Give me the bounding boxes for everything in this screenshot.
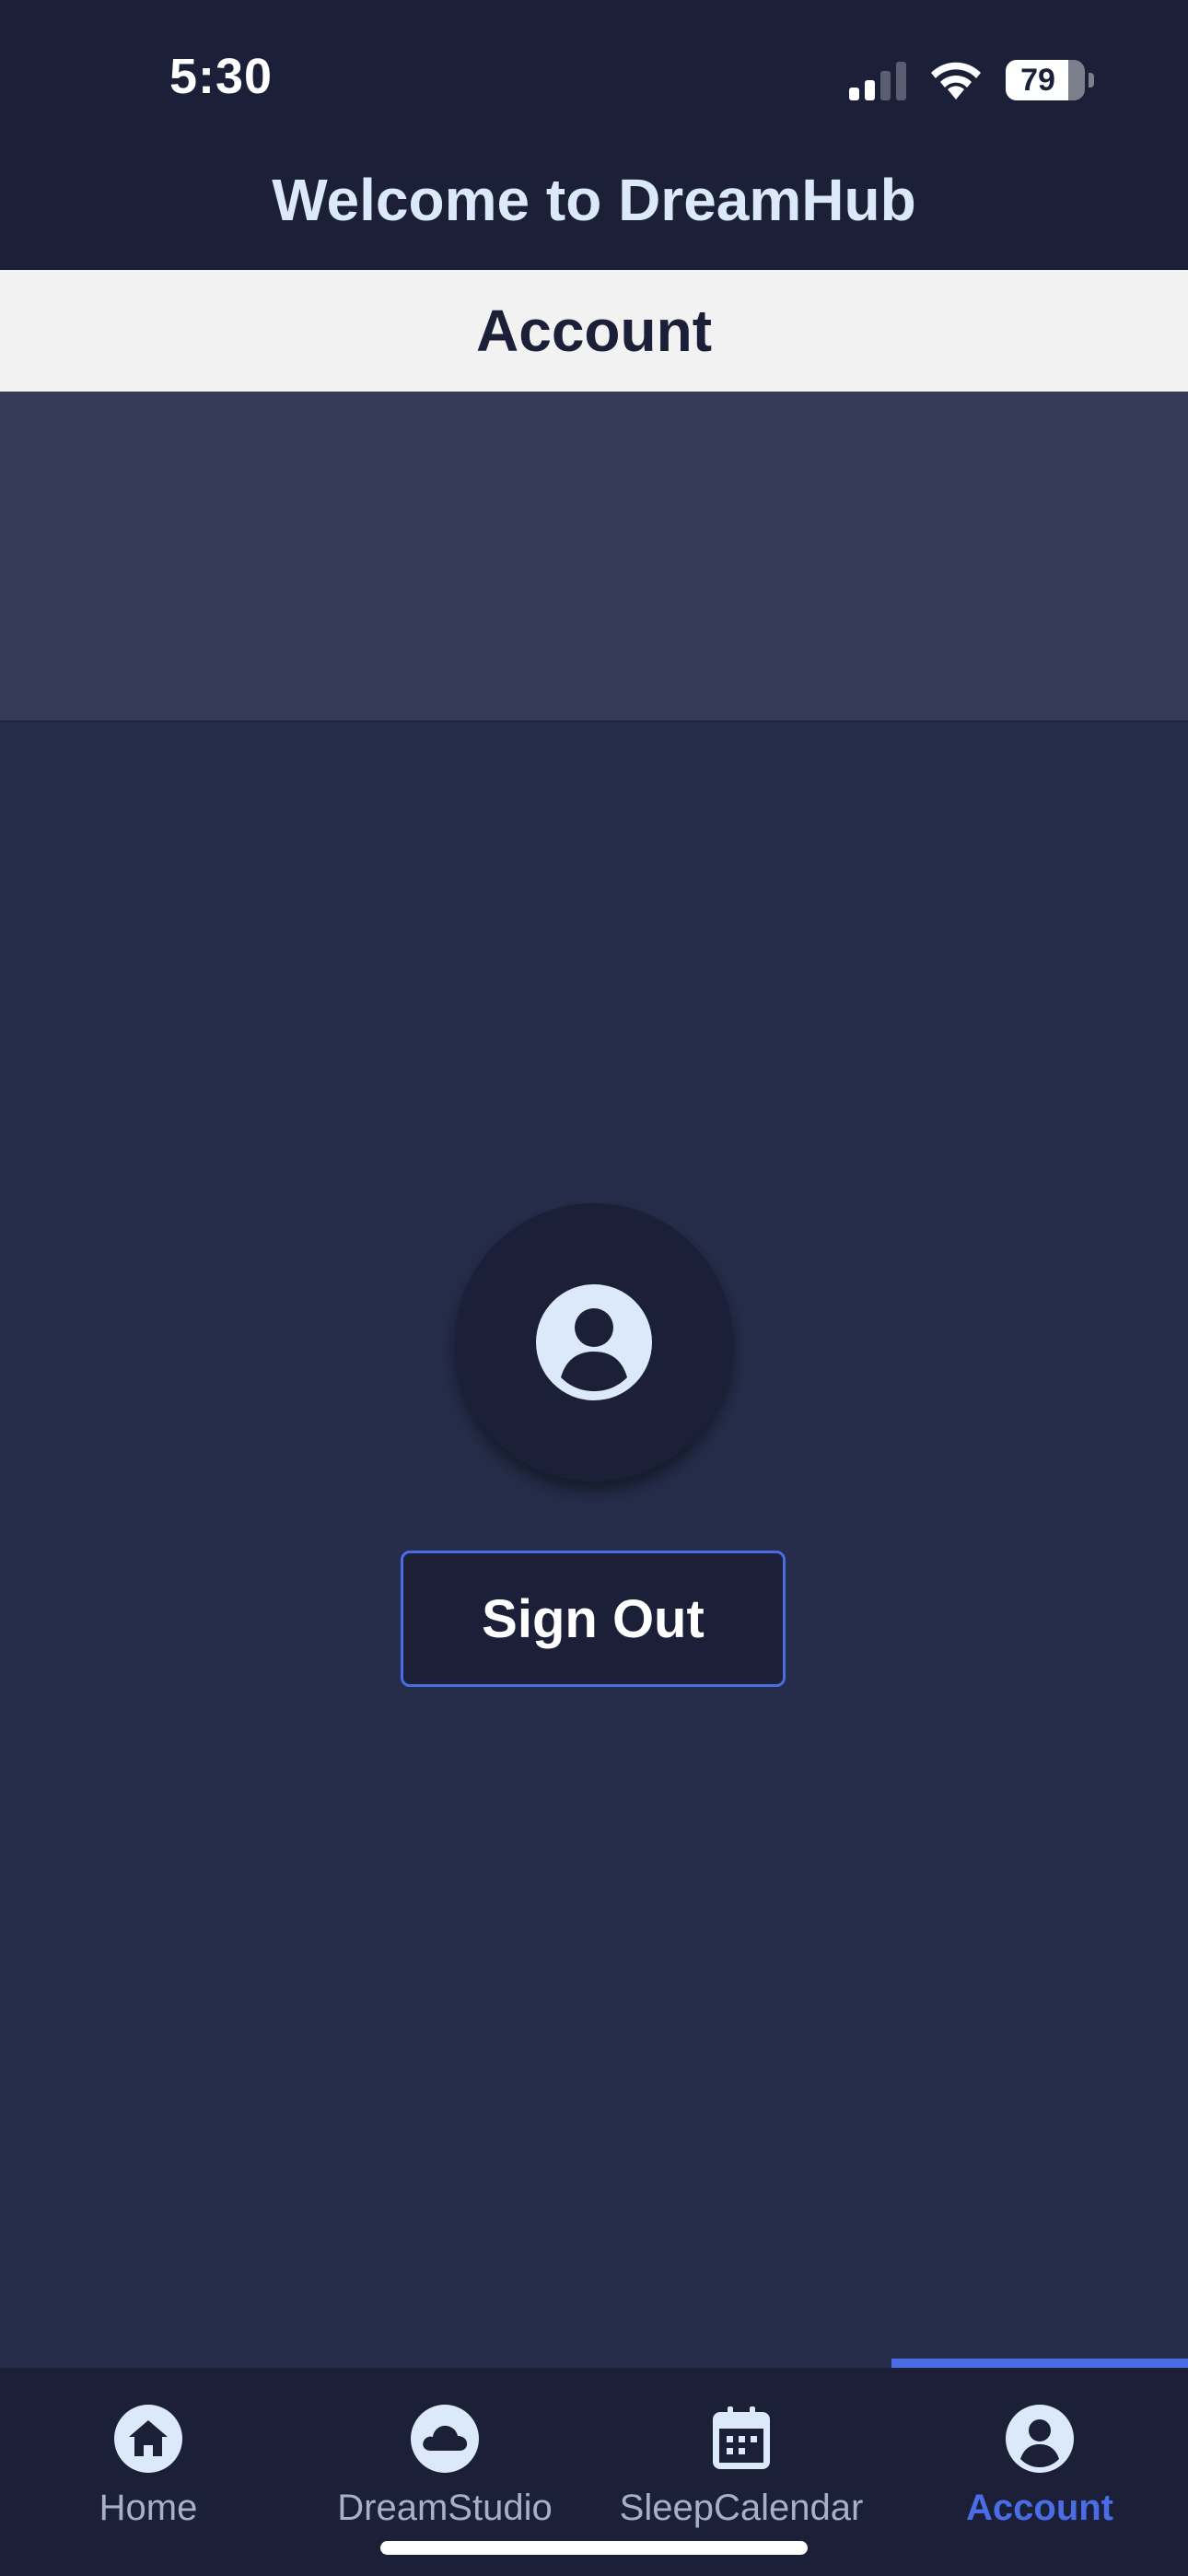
status-icons: 79 — [849, 57, 1094, 103]
profile-banner — [0, 392, 1188, 722]
app-title: Welcome to DreamHub — [272, 167, 916, 233]
status-time: 5:30 — [169, 49, 274, 104]
active-tab-indicator — [891, 2359, 1188, 2368]
tab-home-label: Home — [99, 2488, 198, 2528]
home-indicator[interactable] — [380, 2541, 808, 2555]
tab-sleepcalendar[interactable]: SleepCalendar — [593, 2405, 890, 2529]
account-screen: 5:30 79 Welcome to DreamHub Account Sign… — [0, 0, 1188, 2576]
cellular-signal-icon — [849, 60, 906, 100]
battery-icon: 79 — [1006, 60, 1094, 100]
wifi-icon — [931, 62, 981, 100]
tab-account[interactable]: Account — [891, 2405, 1188, 2529]
battery-level: 79 — [1020, 62, 1055, 98]
person-circle-icon — [536, 1284, 652, 1400]
person-circle-icon — [1006, 2405, 1074, 2473]
tab-dreamstudio-label: DreamStudio — [337, 2488, 553, 2528]
cloud-icon — [411, 2405, 479, 2473]
page-title-bar: Account — [0, 270, 1188, 392]
tab-home[interactable]: Home — [0, 2405, 297, 2529]
tab-sleepcalendar-label: SleepCalendar — [619, 2488, 864, 2528]
tab-dreamstudio[interactable]: DreamStudio — [297, 2405, 593, 2529]
home-icon — [114, 2405, 182, 2473]
top-bar: 5:30 79 Welcome to DreamHub — [0, 0, 1188, 270]
page-title: Account — [476, 298, 712, 364]
tab-account-label: Account — [966, 2488, 1113, 2528]
avatar[interactable] — [455, 1203, 733, 1481]
calendar-icon — [713, 2406, 770, 2469]
sign-out-button[interactable]: Sign Out — [401, 1551, 786, 1687]
